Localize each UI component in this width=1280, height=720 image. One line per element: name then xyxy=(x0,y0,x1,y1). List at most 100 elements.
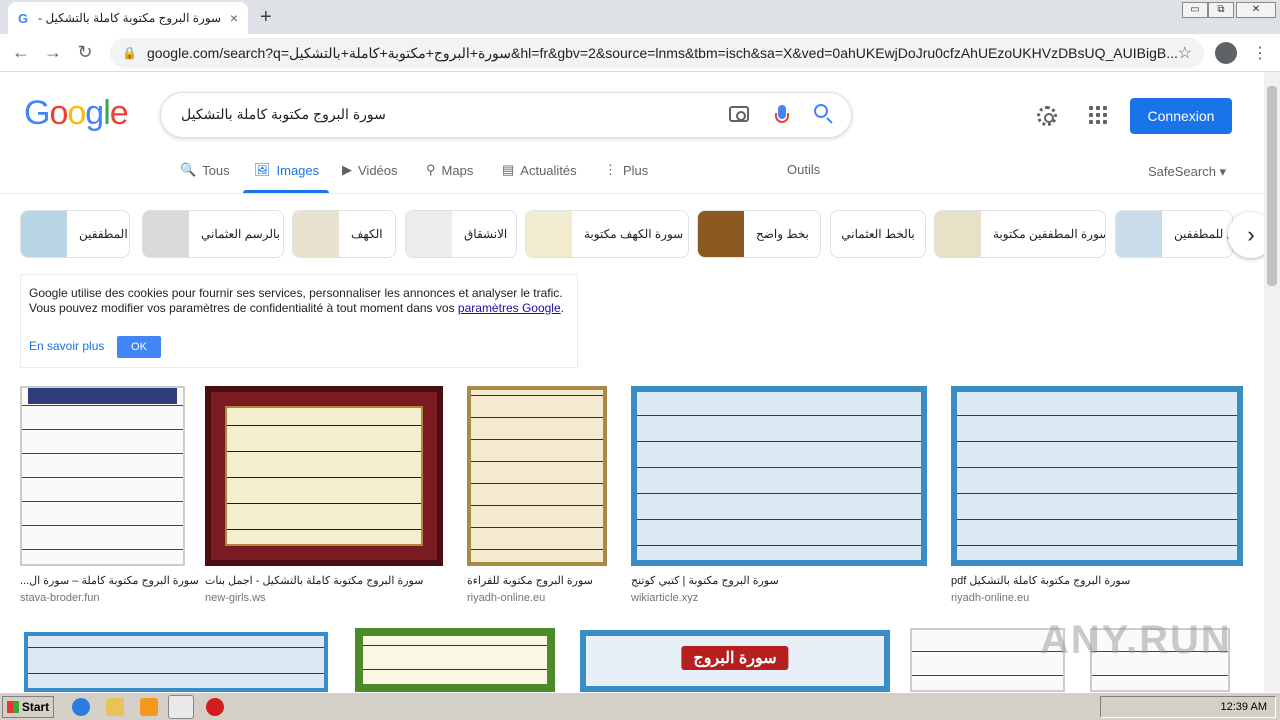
safesearch-dropdown[interactable]: SafeSearch ▾ xyxy=(1148,164,1226,180)
result-source[interactable]: stava-broder.fun xyxy=(20,592,100,604)
result-caption[interactable]: سورة البروج مكتوبة للقراءة xyxy=(467,574,593,587)
related-chip[interactable]: الانشقاق xyxy=(405,210,517,258)
browser-menu-icon[interactable]: ⋮ xyxy=(1252,43,1268,63)
tab-label: Maps xyxy=(441,162,474,178)
related-chip[interactable]: ل للمطففين xyxy=(1115,210,1233,258)
address-bar[interactable]: 🔒 google.com/search?q=سورة+البروج+مكتوبة… xyxy=(110,38,1204,68)
tab-images[interactable]: 🖼 Images xyxy=(254,162,319,178)
image-result[interactable]: سورة البروج مكتوبة كاملة بالتشكيل - اجمل… xyxy=(205,386,443,606)
search-box[interactable]: سورة البروج مكتوبة كاملة بالتشكيل xyxy=(160,92,852,138)
start-button[interactable]: Start xyxy=(2,696,54,718)
profile-avatar-icon[interactable] xyxy=(1215,42,1237,64)
tab-maps[interactable]: ⚲ Maps xyxy=(426,162,473,178)
result-image[interactable] xyxy=(951,386,1243,566)
back-button[interactable]: ← xyxy=(10,42,32,63)
tab-close-icon[interactable]: × xyxy=(230,10,238,26)
chip-thumbnail xyxy=(935,211,981,257)
minimize-button[interactable]: ▭ xyxy=(1182,2,1208,18)
tab-news[interactable]: ▤ Actualités xyxy=(502,162,577,178)
search-icon[interactable] xyxy=(814,104,828,118)
url-text[interactable]: google.com/search?q=سورة+البروج+مكتوبة+ك… xyxy=(147,45,1178,62)
tools-button[interactable]: Outils xyxy=(787,162,820,177)
google-logo[interactable]: Google xyxy=(24,94,129,133)
start-label: Start xyxy=(21,700,50,714)
tab-label: Actualités xyxy=(520,162,577,178)
tab-more[interactable]: ⋮ Plus xyxy=(604,162,648,178)
result-image[interactable] xyxy=(20,386,185,566)
result-caption[interactable]: سورة البروج مكتوبة كاملة بالتشكيل - اجمل… xyxy=(205,574,423,587)
google-favicon-icon: G xyxy=(18,10,29,26)
browser-toolbar: ← → ↻ 🔒 google.com/search?q=سورة+البروج+… xyxy=(0,34,1280,72)
related-chip[interactable]: بالخط العثماني xyxy=(830,210,926,258)
close-window-button[interactable]: ✕ xyxy=(1236,2,1276,18)
ie-icon[interactable] xyxy=(72,698,90,716)
search-input[interactable]: سورة البروج مكتوبة كاملة بالتشكيل xyxy=(181,106,386,123)
forward-button[interactable]: → xyxy=(42,42,64,63)
related-chip[interactable]: بخط واضح xyxy=(697,210,821,258)
result-caption[interactable]: سورة البروج مكتوبة كاملة – سورة ال... xyxy=(20,574,199,587)
lock-icon: 🔒 xyxy=(122,46,137,60)
related-chip[interactable]: بالرسم العثماني xyxy=(142,210,284,258)
tab-videos[interactable]: ▶ Vidéos xyxy=(342,162,398,178)
image-result[interactable]: سورة البروج مكتوبة كاملة – سورة ال... st… xyxy=(20,386,199,606)
image-result[interactable] xyxy=(355,628,555,692)
related-chip[interactable]: سورة الكهف مكتوبة xyxy=(525,210,689,258)
result-caption[interactable]: سورة البروج مكتوبة | كتبي كوتنج xyxy=(631,574,779,587)
result-source[interactable]: riyadh-online.eu xyxy=(467,592,545,604)
related-chip[interactable]: سورة المطففين مكتوبة xyxy=(934,210,1106,258)
result-source[interactable]: wikiarticle.xyz xyxy=(631,592,698,604)
image-result[interactable] xyxy=(24,632,328,692)
cookie-ok-button[interactable]: OK xyxy=(117,336,161,358)
result-image[interactable]: سورة البروج xyxy=(580,630,890,692)
result-image[interactable] xyxy=(467,386,607,566)
reload-button[interactable]: ↻ xyxy=(74,42,96,63)
login-button[interactable]: Connexion xyxy=(1130,98,1232,134)
chip-thumbnail xyxy=(698,211,744,257)
chip-thumbnail xyxy=(526,211,572,257)
tab-bar: G سورة البروج مكتوبة كاملة بالتشكيل - × … xyxy=(0,0,1280,34)
apps-grid-icon[interactable] xyxy=(1089,106,1107,124)
result-source[interactable]: riyadh-online.eu xyxy=(951,592,1029,604)
image-result[interactable]: سورة البروج مكتوبة للقراءة riyadh-online… xyxy=(467,386,607,606)
chip-thumbnail xyxy=(293,211,339,257)
new-tab-button[interactable]: + xyxy=(260,6,272,29)
tab-label: Vidéos xyxy=(358,162,398,178)
stop-icon[interactable] xyxy=(206,698,224,716)
logo-letter: g xyxy=(85,94,104,132)
result-caption[interactable]: سورة البروج مكتوبة كاملة بالتشكيل pdf xyxy=(951,574,1130,587)
result-image[interactable] xyxy=(205,386,443,566)
tray-clock: 12:39 AM xyxy=(1220,701,1267,713)
microphone-icon[interactable] xyxy=(775,105,789,123)
browser-tab[interactable]: G سورة البروج مكتوبة كاملة بالتشكيل - × xyxy=(8,2,248,34)
chip-label: المطففين xyxy=(79,227,128,241)
camera-icon[interactable] xyxy=(729,106,749,122)
result-image[interactable] xyxy=(24,632,328,692)
chrome-taskbar-button[interactable] xyxy=(168,695,194,719)
chip-label: بالرسم العثماني xyxy=(201,227,280,241)
windows-logo-icon xyxy=(6,701,19,713)
chip-thumbnail xyxy=(21,211,67,257)
chip-thumbnail xyxy=(143,211,189,257)
image-result[interactable]: سورة البروج مكتوبة | كتبي كوتنج wikiarti… xyxy=(631,386,927,606)
media-player-icon[interactable] xyxy=(140,698,158,716)
result-image[interactable] xyxy=(355,628,555,692)
system-tray: 12:39 AM xyxy=(1100,696,1276,718)
learn-more-link[interactable]: En savoir plus xyxy=(29,339,104,354)
restore-button[interactable]: ⧉ xyxy=(1208,2,1234,18)
folder-icon[interactable] xyxy=(106,698,124,716)
settings-gear-icon[interactable] xyxy=(1037,106,1057,126)
related-chip[interactable]: الكهف xyxy=(292,210,396,258)
image-icon: 🖼 xyxy=(254,162,271,177)
image-result[interactable]: سورة البروج xyxy=(580,630,890,692)
result-image[interactable] xyxy=(631,386,927,566)
chip-label: سورة الكهف مكتوبة xyxy=(584,227,684,241)
result-source[interactable]: new-girls.ws xyxy=(205,592,266,604)
page-scrollbar[interactable] xyxy=(1264,72,1280,692)
related-chip[interactable]: المطففين xyxy=(20,210,130,258)
bookmark-star-icon[interactable]: ☆ xyxy=(1178,43,1192,63)
image-result[interactable]: سورة البروج مكتوبة كاملة بالتشكيل pdf ri… xyxy=(951,386,1243,606)
tab-all[interactable]: 🔍 Tous xyxy=(180,162,230,178)
scrollbar-thumb[interactable] xyxy=(1267,86,1277,286)
anyrun-watermark: ANY.RUN xyxy=(1040,618,1232,662)
google-settings-link[interactable]: paramètres Google xyxy=(458,301,561,315)
